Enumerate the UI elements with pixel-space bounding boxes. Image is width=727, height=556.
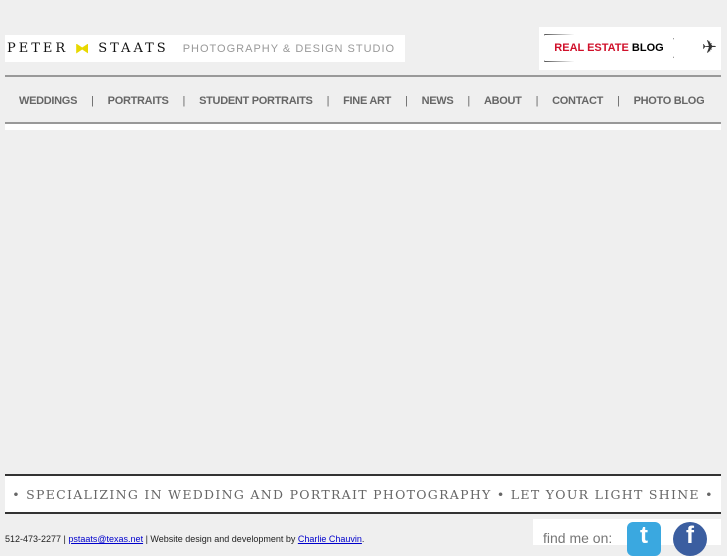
banner-red-text: REAL ESTATE [554,42,629,54]
content-area [5,124,721,130]
tagline: • SPECIALIZING IN WEDDING AND PORTRAIT P… [5,474,721,514]
nav-news[interactable]: NEWS [408,95,454,107]
nav-separator: | [405,95,408,107]
credit-text: | Website design and development by [143,534,298,544]
blog-banner: REAL ESTATE BLOG [544,34,674,62]
footer-end: . [361,534,365,544]
nav-photo-blog[interactable]: PHOTO BLOG [620,95,705,107]
bowtie-icon [76,43,89,54]
nav-student-portraits[interactable]: STUDENT PORTRAITS [185,95,313,107]
nav-separator: | [91,95,94,107]
nav-separator: | [535,95,539,107]
nav-contact[interactable]: CONTACT [538,95,603,107]
brand-last: STAATS [98,41,169,56]
nav-weddings[interactable]: WEDDINGS [5,95,77,107]
nav-separator: | [326,95,330,107]
airplane-icon: ✈ [701,37,717,57]
footer: 512-473-2277 | pstaats@texas.net | Websi… [5,534,364,544]
social-box: find me on: t f [533,519,721,556]
studio-subtitle: PHOTOGRAPHY & DESIGN STUDIO [182,42,396,55]
phone: 512-473-2277 | [5,534,69,544]
nav-separator: | [182,95,186,107]
real-estate-blog-link[interactable]: REAL ESTATE BLOG ✈ [539,27,721,70]
nav-separator: | [617,95,620,107]
brand-first: PETER [7,41,69,56]
site-logo[interactable]: PETER STAATS PHOTOGRAPHY & DESIGN STUDIO [5,35,405,62]
main-nav: WEDDINGS | PORTRAITS | STUDENT PORTRAITS | FIN… [5,95,721,107]
facebook-icon[interactable]: f [673,522,707,556]
nav-separator: | [467,95,470,107]
find-me-label: find me on: [543,530,613,546]
divider [5,75,721,77]
nav-portraits[interactable]: PORTRAITS [94,95,169,107]
banner-black-text: BLOG [631,42,664,54]
nav-about[interactable]: ABOUT [470,95,522,107]
designer-link[interactable]: Charlie Chauvin [298,534,362,544]
email-link[interactable]: pstaats@texas.net [68,534,143,544]
nav-fine-art[interactable]: FINE ART [329,95,391,107]
twitter-icon[interactable]: t [627,522,661,556]
